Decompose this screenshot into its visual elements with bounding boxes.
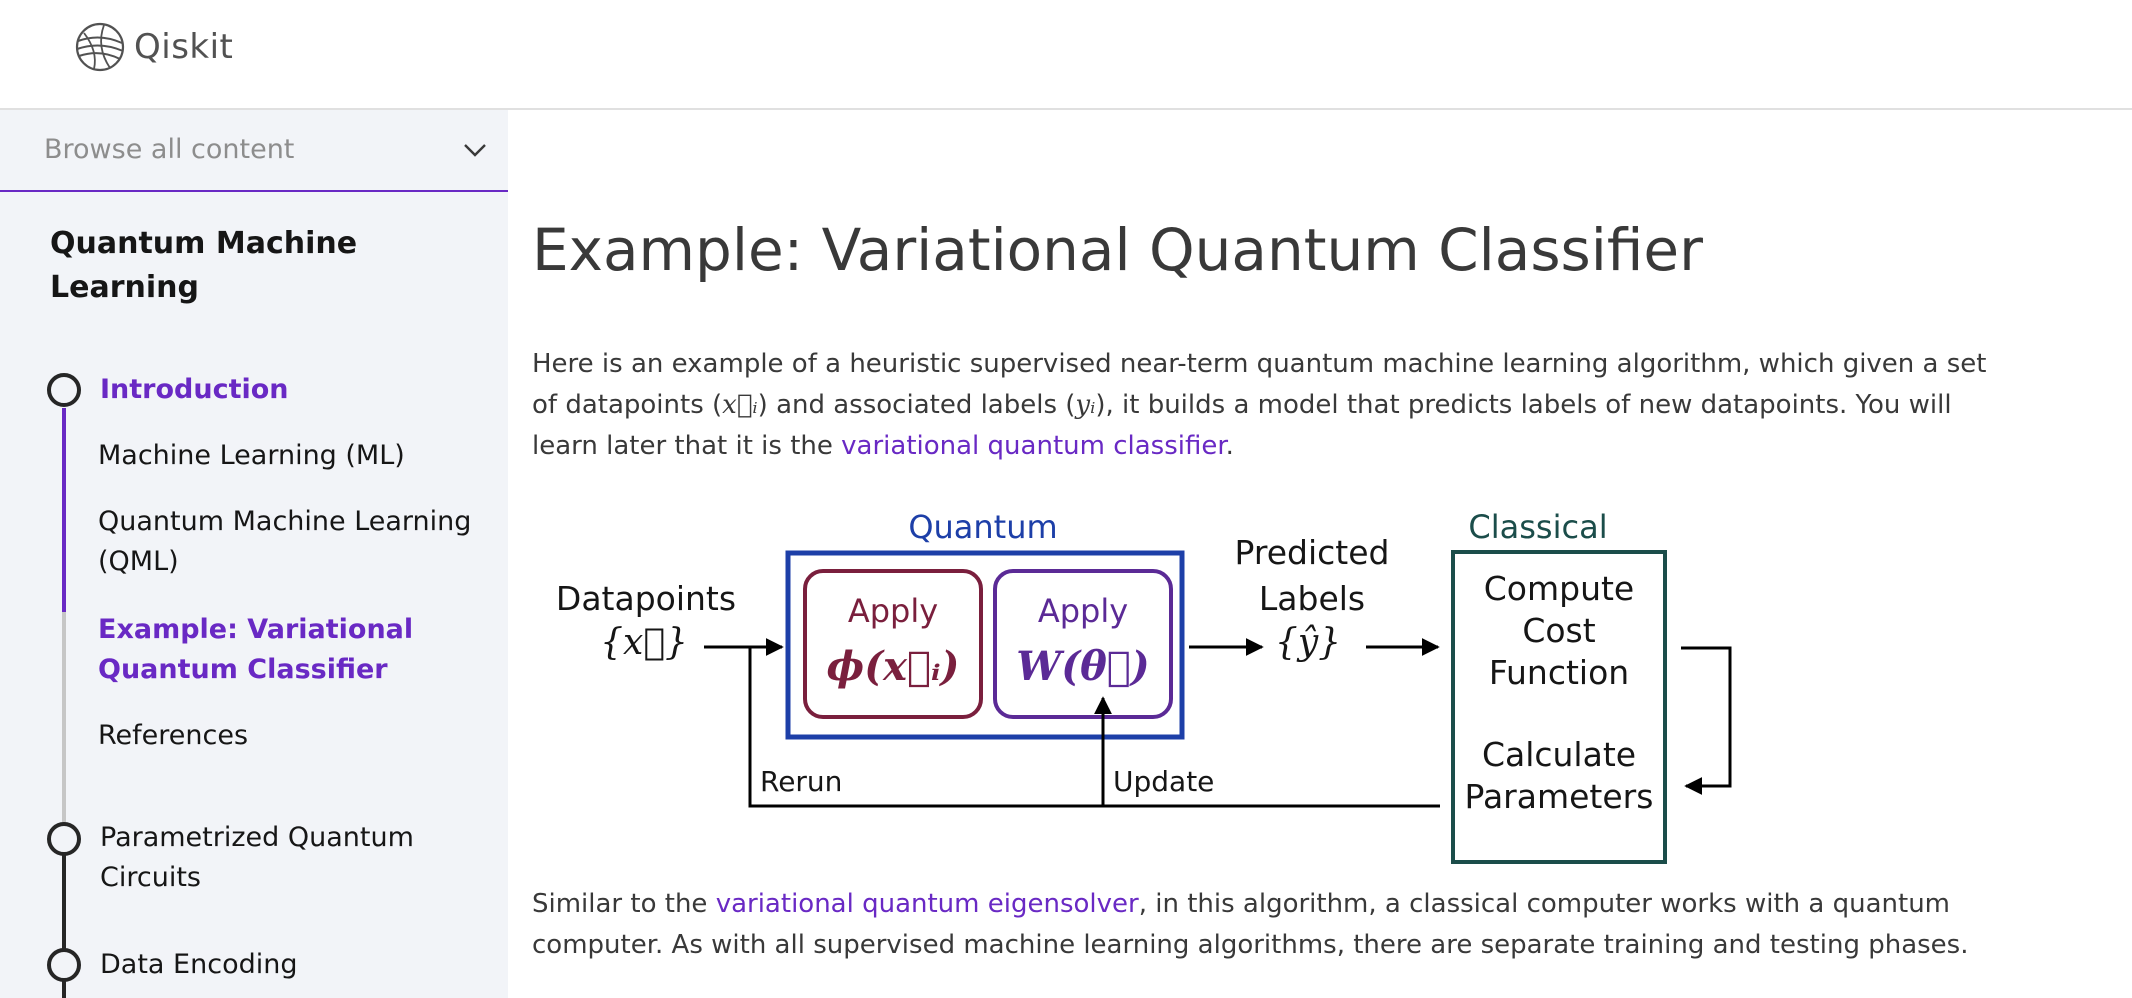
chapter-marker-icon [47, 948, 81, 982]
compute-line-2: Cost [1522, 611, 1595, 650]
top-header: Qiskit [0, 0, 2132, 110]
outro-paragraph: Similar to the variational quantum eigen… [532, 884, 2012, 966]
chapter-parametrized-quantum-circuits[interactable]: Parametrized Quantum Circuits [100, 818, 430, 898]
math-yi: yᵢ [1075, 390, 1096, 420]
calc-line-2: Parameters [1465, 777, 1654, 816]
page-title: Example: Variational Quantum Classifier [532, 216, 1703, 284]
chapter-data-encoding[interactable]: Data Encoding [100, 945, 297, 985]
arrow-loop-right [1681, 646, 1732, 795]
main-content: Example: Variational Quantum Classifier … [508, 110, 2132, 998]
section-example-vqc[interactable]: Example: Variational Quantum Classifier [98, 610, 418, 690]
qiskit-logo-icon [75, 22, 125, 72]
update-label: Update [1113, 765, 1214, 798]
apply-label-1: Apply [848, 592, 938, 630]
brand-name: Qiskit [134, 27, 234, 67]
chevron-down-icon [464, 144, 486, 157]
chapter-marker-icon [47, 822, 81, 856]
w-math: W(θ⃗) [1016, 643, 1149, 690]
browse-content-dropdown[interactable]: Browse all content [0, 110, 508, 192]
rerun-label: Rerun [760, 765, 842, 798]
chapter-marker-icon [47, 373, 81, 407]
sidebar: Browse all content Quantum Machine Learn… [0, 110, 508, 998]
timeline-segment [62, 408, 66, 612]
intro-text: ) and associated labels ( [757, 390, 1076, 420]
vqc-link[interactable]: variational quantum classifier [841, 431, 1226, 461]
intro-text: . [1225, 431, 1234, 461]
browse-label: Browse all content [44, 134, 295, 165]
intro-paragraph: Here is an example of a heuristic superv… [532, 344, 2012, 467]
section-references[interactable]: References [98, 716, 248, 756]
compute-line-1: Compute [1484, 569, 1634, 608]
phi-math: ϕ(x⃗ᵢ) [827, 643, 960, 690]
outro-text: Similar to the [532, 889, 716, 919]
section-quantum-machine-learning[interactable]: Quantum Machine Learning (QML) [98, 502, 478, 582]
yhat-math: {ŷ} [1275, 622, 1341, 663]
quantum-label: Quantum [908, 508, 1057, 546]
math-xi: x⃗ᵢ [722, 390, 758, 420]
datapoints-label: Datapoints [556, 579, 736, 618]
section-machine-learning[interactable]: Machine Learning (ML) [98, 436, 405, 476]
course-title: Quantum Machine Learning [50, 226, 358, 305]
vqe-link[interactable]: variational quantum eigensolver [716, 889, 1139, 919]
datapoints-math: {x⃗} [600, 622, 688, 663]
classical-label: Classical [1468, 508, 1607, 546]
vqc-diagram: Datapoints {x⃗} Quantum Apply ϕ(x⃗ᵢ) App… [556, 508, 1732, 864]
calc-line-1: Calculate [1482, 735, 1636, 774]
predicted-label-2: Labels [1259, 579, 1365, 618]
compute-line-3: Function [1489, 653, 1629, 692]
chapter-introduction[interactable]: Introduction [100, 370, 289, 410]
apply-label-2: Apply [1038, 592, 1128, 630]
predicted-label-1: Predicted [1235, 533, 1390, 572]
qiskit-home-link[interactable]: Qiskit [74, 22, 233, 72]
